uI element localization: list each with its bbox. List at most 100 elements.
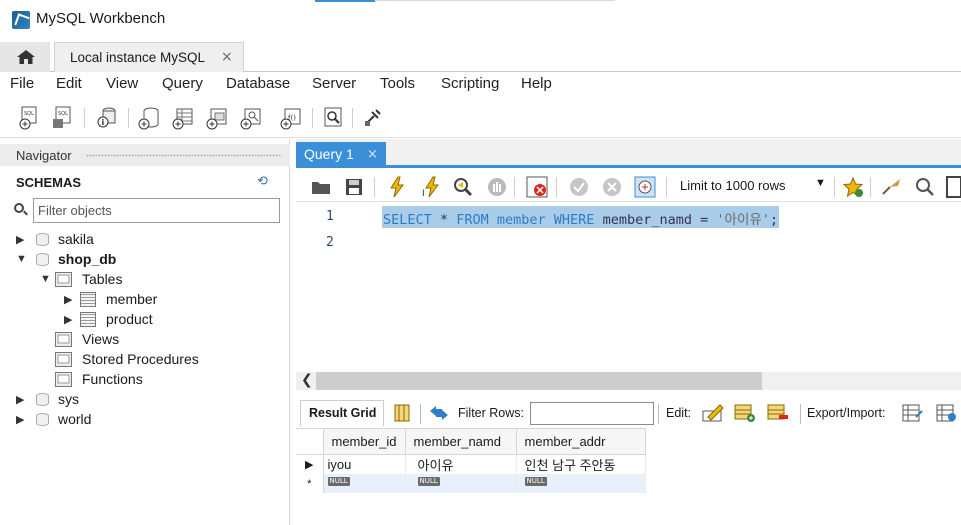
menu-edit[interactable]: Edit [56,75,82,92]
expand-arrow-icon[interactable]: ▶ [16,233,24,246]
navigator-drag-grip[interactable] [86,154,282,157]
expand-arrow-icon[interactable]: ▶ [16,413,24,426]
column-header[interactable]: member_addr [515,428,646,455]
menu-scripting[interactable]: Scripting [441,75,499,92]
new-row[interactable]: * NULL NULL NULL [296,474,646,493]
schema-shop-db[interactable]: ▼ shop_db [16,250,276,270]
commit-icon[interactable] [568,176,590,198]
menu-bar: File Edit View Query Database Server Too… [0,72,961,98]
beautify-icon[interactable] [880,176,902,198]
limit-rows-select[interactable]: Limit to 1000 rows ▼ [672,175,832,197]
toolbar-separator [556,177,557,197]
open-sql-script-icon[interactable]: SQL [52,106,74,130]
editor-horizontal-scrollbar[interactable]: ❮ [296,372,961,390]
add-row-icon[interactable] [734,403,756,423]
schema-sakila[interactable]: ▶ sakila [16,230,276,250]
menu-view[interactable]: View [106,75,138,92]
refresh-icon[interactable]: ⟲ [257,174,268,189]
table-cell[interactable]: iyou [323,454,406,474]
table-cell[interactable]: NULL [323,474,406,493]
tree-views-folder[interactable]: Views [40,330,276,350]
null-badge: NULL [417,477,440,486]
sql-operator: = [700,212,709,228]
result-grid[interactable]: member_id member_namd member_addr ▶ iyou… [296,428,647,498]
home-tab[interactable] [0,42,50,72]
svg-text:SQL: SQL [24,111,34,117]
collapse-arrow-icon[interactable]: ▼ [16,253,27,265]
expand-arrow-icon[interactable]: ▶ [64,313,72,326]
expand-arrow-icon[interactable]: ▶ [16,393,24,406]
create-view-icon[interactable] [206,106,228,130]
toolbar-separator [128,108,129,128]
table-product[interactable]: ▶ product [64,310,276,330]
toggle-error-icon[interactable] [526,176,548,198]
reconnect-icon[interactable] [362,106,384,130]
toolbar-separator [374,177,375,197]
table-cell[interactable]: 아이유 [405,454,517,474]
table-row[interactable]: ▶ iyou 아이유 인천 남구 주안동 [296,454,646,474]
menu-server[interactable]: Server [312,75,356,92]
schemas-title: SCHEMAS [16,175,82,190]
tree-stored-procedures-folder[interactable]: Stored Procedures [40,350,276,370]
create-function-icon[interactable]: f() [280,106,302,130]
filter-objects-input[interactable] [33,198,280,223]
menu-query[interactable]: Query [162,75,203,92]
wrap-icon[interactable] [944,176,961,198]
close-icon[interactable]: × [221,49,233,65]
new-sql-tab-icon[interactable]: SQL [18,106,40,130]
column-header[interactable]: member_namd [404,428,517,455]
execute-icon[interactable] [386,176,408,198]
create-procedure-icon[interactable] [240,106,262,130]
menu-file[interactable]: File [10,75,34,92]
stop-icon[interactable] [486,176,508,198]
collapse-arrow-icon[interactable]: ▼ [40,273,51,285]
null-badge: NULL [327,477,350,486]
save-icon[interactable] [343,176,365,198]
folder-icon [55,372,72,387]
create-schema-icon[interactable] [138,106,160,130]
connection-tab[interactable]: Local instance MySQL × [54,42,244,72]
table-member[interactable]: ▶ member [64,290,276,310]
open-file-icon[interactable] [310,176,332,198]
scroll-left-icon[interactable]: ❮ [301,372,313,388]
schema-sys[interactable]: ▶ sys [16,390,276,410]
create-table-icon[interactable] [172,106,194,130]
expand-arrow-icon[interactable]: ▶ [64,293,72,306]
sql-keyword: FROM [456,212,489,228]
explain-icon[interactable] [452,176,474,198]
result-grid-tab[interactable]: Result Grid [300,400,384,426]
sql-statement[interactable]: SELECT * FROM member WHERE member_namd =… [382,206,780,228]
query-tab-label: Query 1 [304,146,354,162]
scrollbar-thumb[interactable] [316,372,762,390]
toolbar-separator [666,177,667,197]
menu-database[interactable]: Database [226,75,290,92]
filter-rows-input[interactable] [530,402,654,425]
autocommit-icon[interactable] [634,176,656,198]
toolbar-separator [352,108,353,128]
tree-tables-folder[interactable]: ▼ Tables [40,270,276,290]
column-header[interactable]: member_id [322,428,406,455]
find-icon[interactable] [914,176,936,198]
tab-query-1[interactable]: Query 1 × [296,142,386,168]
table-cell[interactable]: NULL [405,474,517,493]
close-icon[interactable]: × [367,147,378,162]
rollback-icon[interactable] [601,176,623,198]
import-icon[interactable] [936,403,958,423]
menu-help[interactable]: Help [521,75,552,92]
favorites-star-icon[interactable] [842,176,864,198]
execute-current-icon[interactable]: I [420,176,442,198]
schema-world[interactable]: ▶ world [16,410,276,430]
sync-arrows-icon[interactable] [428,405,450,421]
search-table-data-icon[interactable] [322,106,344,130]
table-cell[interactable]: NULL [516,474,646,493]
tree-functions-folder[interactable]: Functions [40,370,276,390]
form-editor-icon[interactable] [394,404,410,422]
menu-tools[interactable]: Tools [380,75,415,92]
database-icon [35,412,50,427]
table-cell[interactable]: 인천 남구 주안동 [516,454,646,474]
delete-row-icon[interactable] [767,403,789,423]
export-icon[interactable] [902,403,924,423]
tree-label: Functions [82,371,143,387]
inspector-icon[interactable]: i [96,106,118,130]
edit-row-icon[interactable] [702,403,724,423]
